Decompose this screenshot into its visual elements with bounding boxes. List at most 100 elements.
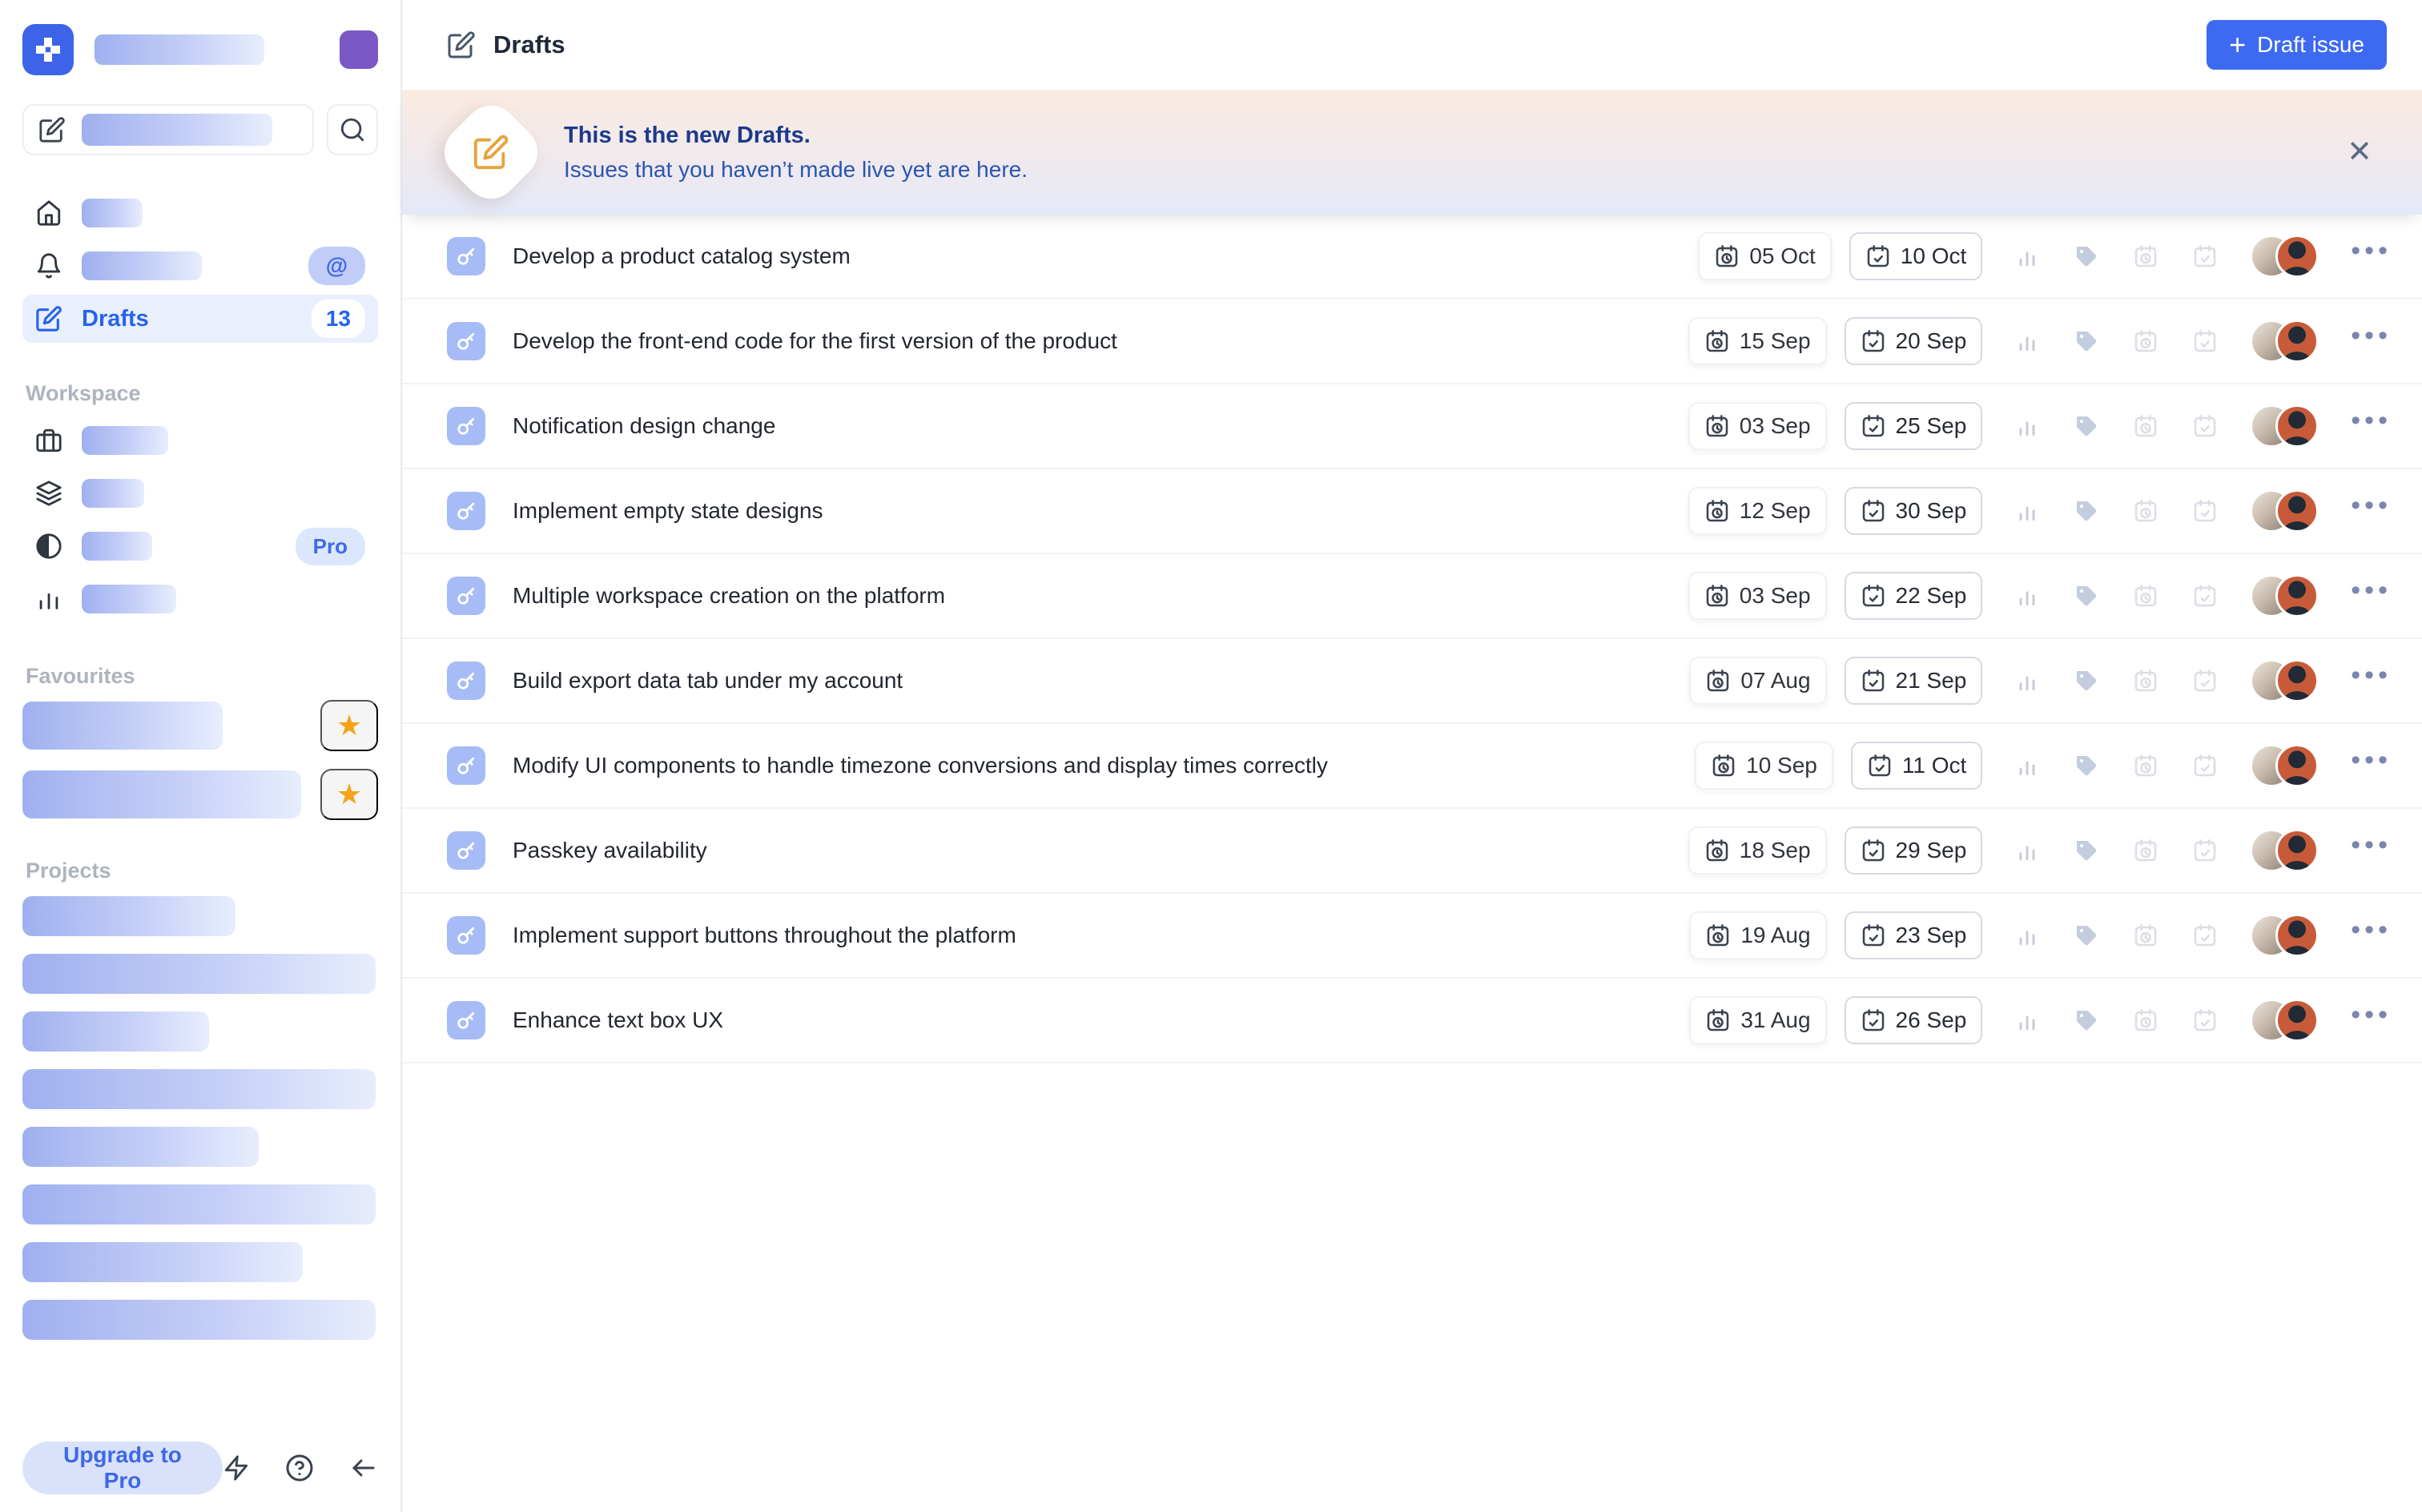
label-tag-icon[interactable] bbox=[2074, 583, 2099, 609]
due-date-button[interactable]: 23 Sep bbox=[1845, 911, 1983, 959]
issue-row[interactable]: Notification design change 03 Sep 25 Sep bbox=[402, 384, 2422, 469]
label-tag-icon[interactable] bbox=[2074, 838, 2099, 863]
due-date-placeholder-icon[interactable] bbox=[2192, 328, 2218, 354]
start-date-button[interactable]: 19 Aug bbox=[1689, 911, 1826, 959]
assignee-avatars[interactable] bbox=[2250, 574, 2319, 617]
start-date-placeholder-icon[interactable] bbox=[2133, 753, 2158, 778]
due-date-placeholder-icon[interactable] bbox=[2192, 583, 2218, 609]
start-date-button[interactable]: 05 Oct bbox=[1698, 232, 1831, 280]
label-tag-icon[interactable] bbox=[2074, 413, 2099, 439]
priority-chart-icon[interactable] bbox=[2014, 583, 2040, 609]
banner-close-button[interactable]: ✕ bbox=[2347, 137, 2372, 167]
due-date-button[interactable]: 22 Sep bbox=[1845, 572, 1983, 620]
start-date-button[interactable]: 07 Aug bbox=[1689, 657, 1826, 705]
user-avatar[interactable] bbox=[340, 30, 378, 69]
issue-row[interactable]: Enhance text box UX 31 Aug 26 Sep bbox=[402, 979, 2422, 1064]
label-tag-icon[interactable] bbox=[2074, 668, 2099, 694]
favourite-item[interactable]: ★ bbox=[22, 700, 378, 751]
row-menu-button[interactable]: ••• bbox=[2351, 746, 2392, 785]
row-menu-button[interactable]: ••• bbox=[2351, 831, 2392, 870]
due-date-button[interactable]: 20 Sep bbox=[1845, 317, 1983, 365]
label-tag-icon[interactable] bbox=[2074, 498, 2099, 524]
row-menu-button[interactable]: ••• bbox=[2351, 662, 2392, 700]
start-date-placeholder-icon[interactable] bbox=[2133, 243, 2158, 269]
row-menu-button[interactable]: ••• bbox=[2351, 322, 2392, 360]
start-date-button[interactable]: 31 Aug bbox=[1689, 996, 1826, 1044]
priority-chart-icon[interactable] bbox=[2014, 413, 2040, 439]
start-date-button[interactable]: 10 Sep bbox=[1695, 742, 1833, 790]
due-date-placeholder-icon[interactable] bbox=[2192, 838, 2218, 863]
row-menu-button[interactable]: ••• bbox=[2351, 237, 2392, 275]
search-button[interactable] bbox=[327, 104, 378, 155]
priority-chart-icon[interactable] bbox=[2014, 668, 2040, 694]
sidebar-item-views[interactable] bbox=[22, 467, 378, 520]
sidebar-item-home[interactable] bbox=[22, 189, 378, 237]
label-tag-icon[interactable] bbox=[2074, 243, 2099, 269]
start-date-button[interactable]: 12 Sep bbox=[1688, 487, 1827, 535]
collapse-sidebar-icon[interactable] bbox=[349, 1454, 378, 1482]
start-date-button[interactable]: 03 Sep bbox=[1688, 402, 1827, 450]
assignee-avatars[interactable] bbox=[2250, 489, 2319, 533]
start-date-placeholder-icon[interactable] bbox=[2133, 668, 2158, 694]
sidebar-item-analytics[interactable] bbox=[22, 573, 378, 625]
start-date-placeholder-icon[interactable] bbox=[2133, 413, 2158, 439]
due-date-button[interactable]: 29 Sep bbox=[1845, 826, 1983, 875]
upgrade-to-pro-button[interactable]: Upgrade to Pro bbox=[22, 1442, 223, 1494]
sidebar-item-inbox[interactable]: @ bbox=[22, 242, 378, 290]
assignee-avatars[interactable] bbox=[2250, 829, 2319, 872]
due-date-button[interactable]: 21 Sep bbox=[1845, 657, 1983, 705]
star-button[interactable]: ★ bbox=[320, 769, 378, 820]
issue-row[interactable]: Implement support buttons throughout the… bbox=[402, 894, 2422, 979]
sidebar-item-cycles[interactable]: Pro bbox=[22, 520, 378, 573]
issue-row[interactable]: Passkey availability 18 Sep 29 Sep bbox=[402, 809, 2422, 894]
app-logo[interactable] bbox=[22, 24, 74, 75]
due-date-button[interactable]: 26 Sep bbox=[1845, 996, 1983, 1044]
due-date-placeholder-icon[interactable] bbox=[2192, 753, 2218, 778]
assignee-avatars[interactable] bbox=[2250, 914, 2319, 957]
label-tag-icon[interactable] bbox=[2074, 1007, 2099, 1033]
due-date-placeholder-icon[interactable] bbox=[2192, 243, 2218, 269]
help-icon[interactable] bbox=[285, 1454, 314, 1482]
row-menu-button[interactable]: ••• bbox=[2351, 916, 2392, 955]
start-date-button[interactable]: 18 Sep bbox=[1688, 826, 1827, 875]
star-button[interactable]: ★ bbox=[320, 700, 378, 751]
due-date-placeholder-icon[interactable] bbox=[2192, 498, 2218, 524]
issue-row[interactable]: Develop a product catalog system 05 Oct … bbox=[402, 215, 2422, 300]
start-date-placeholder-icon[interactable] bbox=[2133, 838, 2158, 863]
assignee-avatars[interactable] bbox=[2250, 999, 2319, 1042]
due-date-placeholder-icon[interactable] bbox=[2192, 413, 2218, 439]
row-menu-button[interactable]: ••• bbox=[2351, 1001, 2392, 1040]
row-menu-button[interactable]: ••• bbox=[2351, 492, 2392, 530]
row-menu-button[interactable]: ••• bbox=[2351, 407, 2392, 445]
due-date-placeholder-icon[interactable] bbox=[2192, 1007, 2218, 1033]
issue-row[interactable]: Implement empty state designs 12 Sep 30 … bbox=[402, 469, 2422, 554]
label-tag-icon[interactable] bbox=[2074, 753, 2099, 778]
zap-icon[interactable] bbox=[223, 1454, 250, 1482]
assignee-avatars[interactable] bbox=[2250, 404, 2319, 448]
assignee-avatars[interactable] bbox=[2250, 235, 2319, 278]
new-issue-input[interactable] bbox=[22, 104, 314, 155]
start-date-placeholder-icon[interactable] bbox=[2133, 328, 2158, 354]
draft-issue-button[interactable]: + Draft issue bbox=[2207, 20, 2387, 70]
due-date-button[interactable]: 25 Sep bbox=[1845, 402, 1983, 450]
start-date-button[interactable]: 15 Sep bbox=[1688, 317, 1827, 365]
due-date-button[interactable]: 11 Oct bbox=[1851, 742, 1982, 790]
start-date-placeholder-icon[interactable] bbox=[2133, 583, 2158, 609]
start-date-placeholder-icon[interactable] bbox=[2133, 1007, 2158, 1033]
priority-chart-icon[interactable] bbox=[2014, 243, 2040, 269]
priority-chart-icon[interactable] bbox=[2014, 753, 2040, 778]
due-date-button[interactable]: 30 Sep bbox=[1845, 487, 1983, 535]
sidebar-item-drafts[interactable]: Drafts 13 bbox=[22, 295, 378, 343]
start-date-placeholder-icon[interactable] bbox=[2133, 923, 2158, 948]
row-menu-button[interactable]: ••• bbox=[2351, 577, 2392, 615]
issue-row[interactable]: Multiple workspace creation on the platf… bbox=[402, 554, 2422, 639]
start-date-placeholder-icon[interactable] bbox=[2133, 498, 2158, 524]
assignee-avatars[interactable] bbox=[2250, 320, 2319, 363]
issue-row[interactable]: Build export data tab under my account 0… bbox=[402, 639, 2422, 724]
due-date-button[interactable]: 10 Oct bbox=[1849, 232, 1982, 280]
favourite-item[interactable]: ★ bbox=[22, 769, 378, 820]
sidebar-item-projects-overview[interactable] bbox=[22, 414, 378, 467]
priority-chart-icon[interactable] bbox=[2014, 1007, 2040, 1033]
priority-chart-icon[interactable] bbox=[2014, 838, 2040, 863]
assignee-avatars[interactable] bbox=[2250, 744, 2319, 787]
